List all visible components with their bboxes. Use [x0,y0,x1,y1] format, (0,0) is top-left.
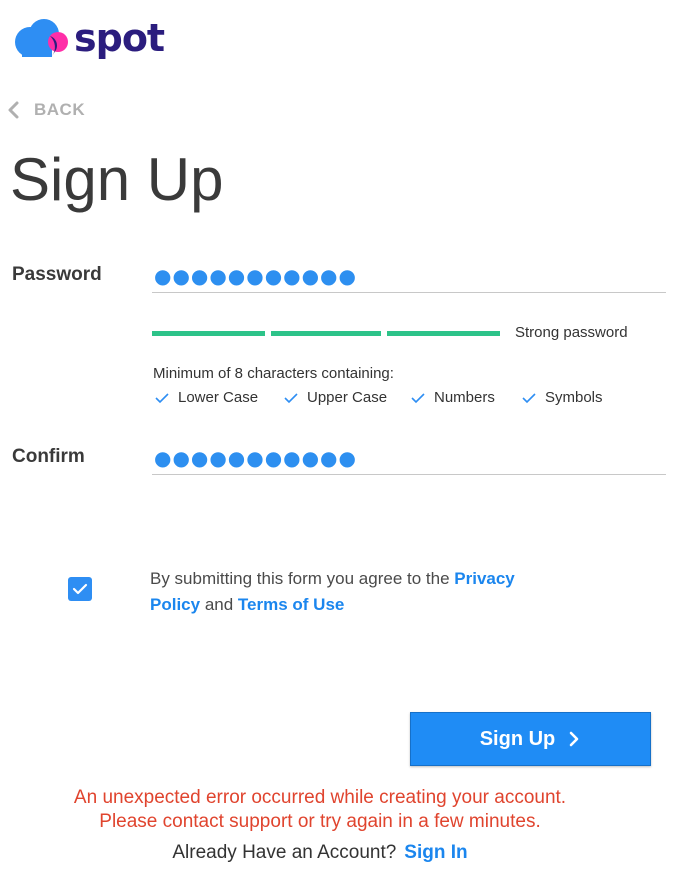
requirements-title: Minimum of 8 characters containing: [153,365,394,382]
strength-bar-1 [152,331,265,336]
password-label: Password [12,264,102,285]
check-icon [411,392,425,403]
strength-label: Strong password [515,324,628,341]
sign-in-link[interactable]: Sign In [404,842,467,863]
confirm-label: Confirm [12,446,85,467]
agreement-connector: and [200,595,238,614]
password-input[interactable] [152,259,666,293]
back-button[interactable]: BACK [4,97,85,123]
requirement-label: Numbers [434,389,495,406]
checkmark-icon [72,583,88,595]
strength-bar-2 [271,331,381,336]
sign-up-button-label: Sign Up [479,727,556,750]
agree-checkbox[interactable] [68,577,92,601]
requirement-upper-case: Upper Case [284,389,411,406]
check-icon [155,392,169,403]
terms-of-use-link[interactable]: Terms of Use [238,595,344,614]
requirement-label: Symbols [545,389,603,406]
confirm-password-input[interactable] [152,441,666,475]
requirement-symbols: Symbols [522,389,603,406]
brand-logo: spot [12,14,182,60]
chevron-right-icon [569,731,579,747]
signin-prompt: Already Have an Account? [172,842,397,863]
back-label: BACK [34,100,86,119]
agreement-text: By submitting this form you agree to the… [150,566,540,618]
requirements-list: Lower Case Upper Case Numbers Symbols [155,389,603,406]
sign-up-button[interactable]: Sign Up [410,712,651,766]
page-title: Sign Up [10,146,224,213]
signin-prompt-row: Already Have an Account? Sign In [0,842,640,864]
requirement-lower-case: Lower Case [155,389,284,406]
password-strength-meter: Strong password [152,324,628,342]
error-line-2: Please contact support or try again in a… [99,811,541,832]
check-icon [522,392,536,403]
requirement-numbers: Numbers [411,389,522,406]
chevron-left-icon [8,101,19,119]
agreement-prefix: By submitting this form you agree to the [150,569,455,588]
error-line-1: An unexpected error occurred while creat… [73,787,567,808]
requirement-label: Lower Case [178,389,259,406]
check-icon [284,392,298,403]
brand-name: spot [74,16,165,60]
error-message: An unexpected error occurred while creat… [0,786,640,834]
cloud-logo-icon [15,19,68,57]
requirement-label: Upper Case [307,389,388,406]
strength-bar-3 [387,331,500,336]
